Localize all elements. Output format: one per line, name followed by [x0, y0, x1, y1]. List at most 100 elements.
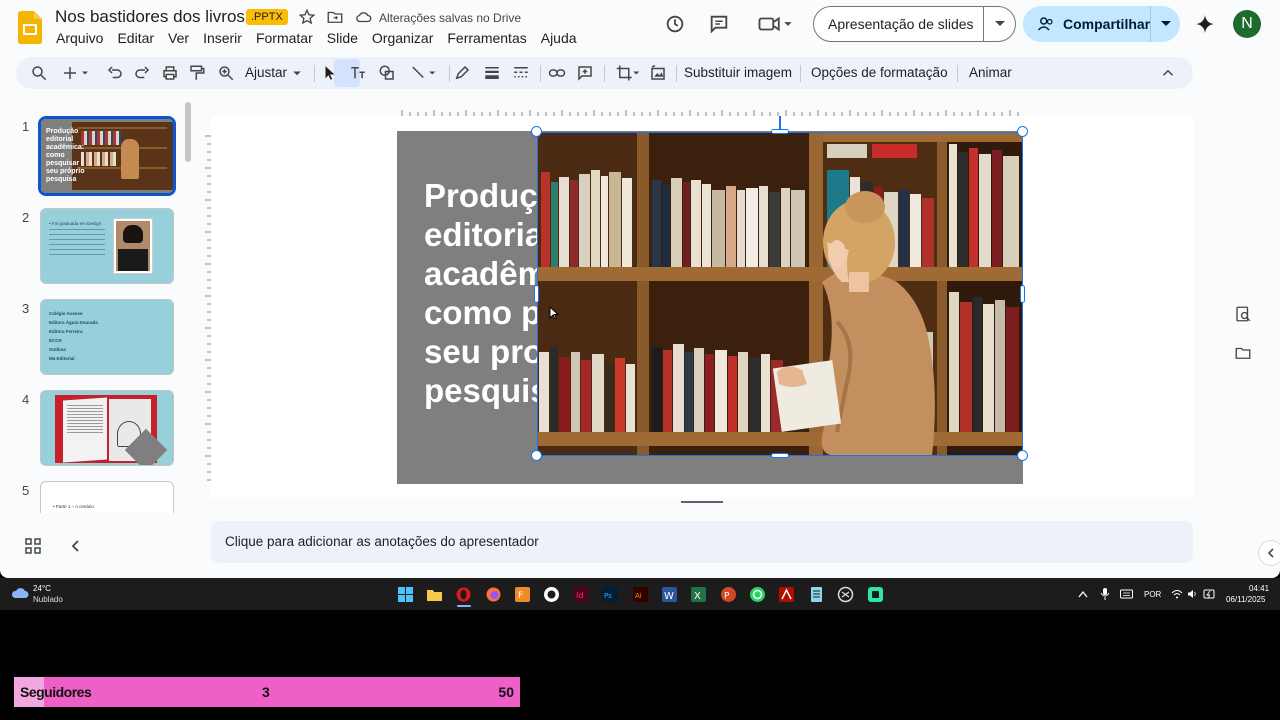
excel-icon[interactable]: X [690, 586, 707, 603]
collapse-toolbar-icon[interactable] [1159, 64, 1177, 82]
menu-inserir[interactable]: Inserir [203, 30, 242, 46]
slide-thumbnail-4[interactable] [40, 390, 174, 466]
grid-view-icon[interactable] [25, 538, 41, 554]
slide-thumbnail-5[interactable]: • Parte 1 – o cenário [40, 481, 174, 513]
reset-image-icon[interactable] [649, 64, 667, 82]
chevron-up-icon[interactable] [1078, 590, 1088, 598]
resize-handle-left[interactable] [534, 285, 539, 303]
keep-notes-icon[interactable] [1234, 305, 1252, 323]
expand-side-panel-button[interactable] [1258, 540, 1280, 566]
volume-icon[interactable] [1187, 589, 1197, 599]
resize-handle-bottom[interactable] [771, 453, 789, 458]
cloud-saved-icon[interactable] [355, 8, 373, 26]
move-to-folder-icon[interactable] [326, 8, 344, 26]
insert-link-icon[interactable] [548, 64, 566, 82]
star-icon[interactable] [298, 8, 316, 26]
clock-date[interactable]: 06/11/2025 [1226, 595, 1265, 604]
resize-handle-bottom-left[interactable] [531, 450, 542, 461]
notes-splitter[interactable] [681, 501, 723, 503]
image-selection-box[interactable] [537, 132, 1023, 456]
menu-ver[interactable]: Ver [168, 30, 189, 46]
animate-button[interactable]: Animar [969, 65, 1012, 80]
firefox-icon[interactable] [485, 586, 502, 603]
document-title[interactable]: Nos bastidores dos livros [55, 7, 245, 27]
text-box-icon[interactable] [349, 64, 367, 82]
photoshop-icon[interactable]: Ps [602, 586, 619, 603]
paint-format-icon[interactable] [188, 64, 206, 82]
slide-thumbnail-2[interactable]: • Foi graduada em Design [40, 208, 174, 284]
undo-icon[interactable] [106, 64, 124, 82]
word-icon[interactable]: W [661, 586, 678, 603]
resize-handle-bottom-right[interactable] [1017, 450, 1028, 461]
resize-handle-right[interactable] [1020, 285, 1025, 303]
border-color-icon[interactable] [453, 64, 471, 82]
share-label[interactable]: Compartilhar [1063, 16, 1150, 32]
file-explorer-icon[interactable] [426, 586, 443, 603]
cloudy-weather-icon[interactable] [11, 586, 29, 600]
print-icon[interactable] [161, 64, 179, 82]
github-desktop-icon[interactable] [543, 586, 560, 603]
keyboard-icon[interactable] [1120, 589, 1133, 599]
input-language[interactable]: POR [1144, 590, 1161, 599]
battery-charging-icon[interactable] [1203, 588, 1216, 600]
menu-arquivo[interactable]: Arquivo [56, 30, 103, 46]
menu-ferramentas[interactable]: Ferramentas [447, 30, 526, 46]
resize-handle-top[interactable] [771, 129, 789, 134]
feed-reader-icon[interactable]: F [514, 586, 531, 603]
version-history-icon[interactable] [664, 13, 686, 35]
microphone-icon[interactable] [1100, 588, 1110, 600]
search-menus-icon[interactable] [30, 64, 48, 82]
resize-handle-top-right[interactable] [1017, 126, 1028, 137]
weather-temperature[interactable]: 24°C [33, 584, 51, 593]
whatsapp-icon[interactable] [749, 586, 766, 603]
share-button[interactable]: Compartilhar [1023, 6, 1180, 42]
bluesky-app-icon[interactable] [867, 586, 884, 603]
account-avatar[interactable]: N [1233, 10, 1261, 38]
line-tool-icon[interactable] [406, 64, 442, 82]
slide-thumbnail-1[interactable]: Produção editorial acadêmica: como pesqu… [38, 116, 176, 196]
speaker-notes[interactable]: Clique para adicionar as anotações do ap… [211, 521, 1193, 563]
meet-video-icon[interactable] [756, 13, 796, 35]
share-dropdown[interactable] [1150, 6, 1180, 42]
windows-start-icon[interactable] [397, 586, 414, 603]
resize-handle-top-left[interactable] [531, 126, 542, 137]
acrobat-icon[interactable] [778, 586, 795, 603]
indesign-icon[interactable]: Id [573, 586, 590, 603]
folder-icon[interactable] [1234, 344, 1252, 362]
menu-formatar[interactable]: Formatar [256, 30, 313, 46]
zoom-icon[interactable] [217, 64, 235, 82]
shape-icon[interactable] [378, 64, 396, 82]
illustrator-icon[interactable]: Ai [632, 586, 649, 603]
crop-image-icon[interactable] [611, 64, 645, 82]
border-dash-icon[interactable] [512, 64, 530, 82]
collapse-filmstrip-icon[interactable] [68, 538, 84, 554]
menu-organizar[interactable]: Organizar [372, 30, 433, 46]
weather-description[interactable]: Nublado [33, 595, 63, 604]
menu-slide[interactable]: Slide [327, 30, 358, 46]
menu-editar[interactable]: Editar [117, 30, 154, 46]
slide-thumbnail-3[interactable]: Colégio Acesso Editora Águia Dourada Edi… [40, 299, 174, 375]
clock-time[interactable]: 04:41 [1249, 584, 1269, 593]
add-comment-icon[interactable] [576, 64, 594, 82]
slideshow-label[interactable]: Apresentação de slides [814, 16, 983, 32]
gemini-sparkle-icon[interactable] [1194, 13, 1216, 35]
chatgpt-icon[interactable] [837, 586, 854, 603]
border-weight-icon[interactable] [483, 64, 501, 82]
format-options-button[interactable]: Opções de formatação [811, 65, 948, 80]
powerpoint-icon[interactable]: P [720, 586, 737, 603]
chevron-down-icon[interactable] [292, 64, 302, 82]
comments-icon[interactable] [708, 13, 730, 35]
replace-image-button[interactable]: Substituir imagem [684, 65, 792, 80]
slideshow-dropdown[interactable] [983, 6, 1015, 42]
wifi-icon[interactable] [1171, 589, 1183, 599]
new-slide-icon[interactable] [59, 64, 93, 82]
filmstrip-scrollbar[interactable] [185, 102, 191, 162]
redo-icon[interactable] [133, 64, 151, 82]
opera-browser-icon[interactable] [455, 586, 472, 603]
slideshow-button[interactable]: Apresentação de slides [813, 6, 1016, 42]
menu-ajuda[interactable]: Ajuda [541, 30, 577, 46]
slides-logo-icon[interactable] [18, 11, 42, 44]
select-cursor-icon[interactable] [321, 64, 339, 82]
notepad-icon[interactable] [808, 586, 825, 603]
zoom-fit-label[interactable]: Ajustar [245, 65, 287, 80]
